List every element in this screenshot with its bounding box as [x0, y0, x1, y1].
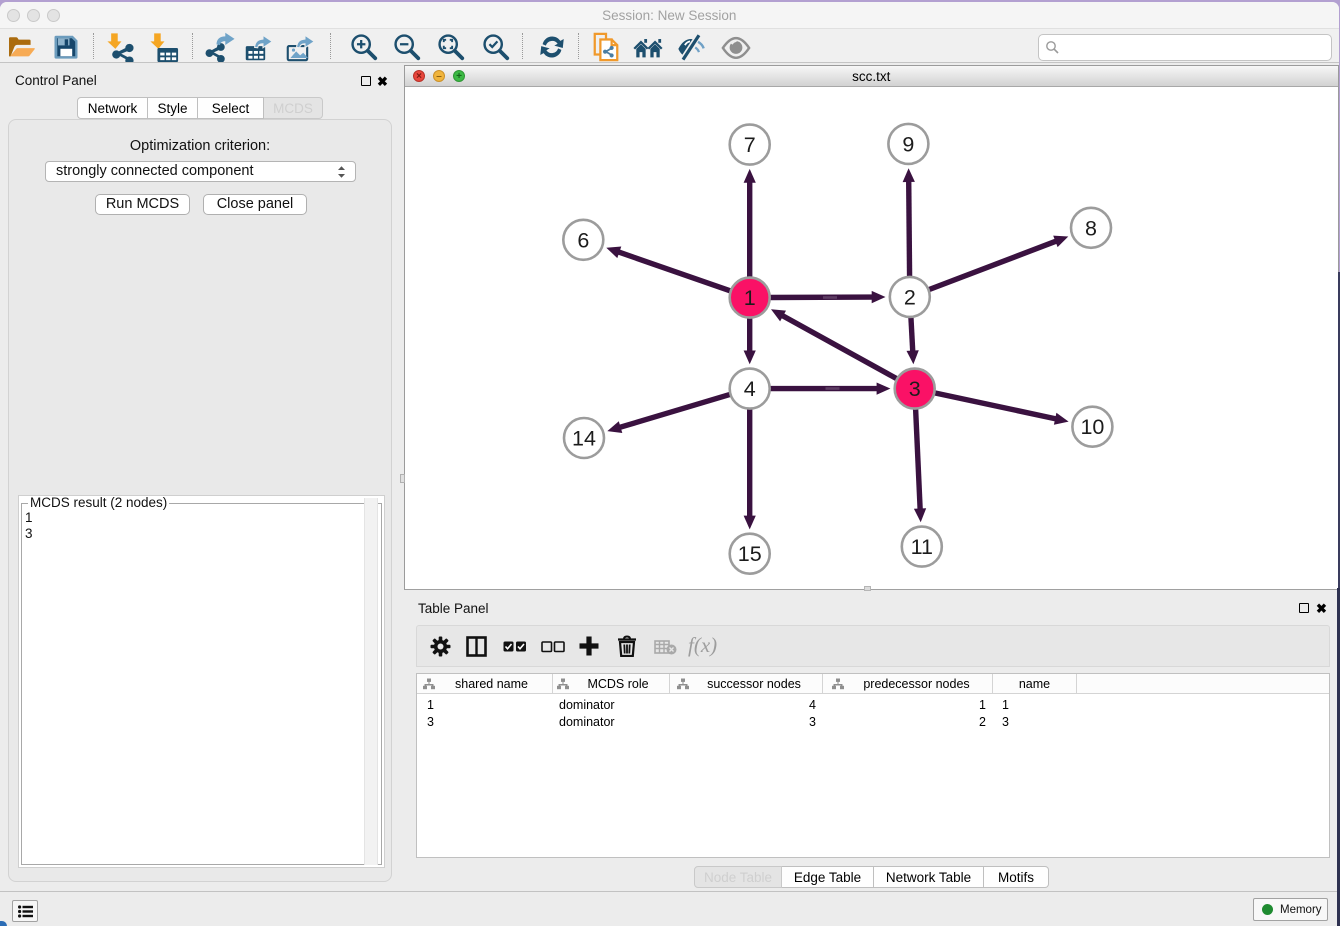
svg-text:15: 15: [738, 542, 762, 566]
svg-text:4: 4: [744, 377, 756, 401]
svg-text:8: 8: [1085, 216, 1097, 240]
svg-text:7: 7: [744, 133, 756, 157]
svg-text:2: 2: [904, 285, 916, 309]
svg-text:1: 1: [744, 286, 756, 310]
svg-text:9: 9: [902, 132, 914, 156]
svg-text:3: 3: [909, 377, 921, 401]
svg-text:14: 14: [572, 427, 596, 451]
svg-text:6: 6: [577, 228, 589, 252]
svg-text:11: 11: [911, 535, 933, 559]
svg-text:10: 10: [1080, 415, 1104, 439]
